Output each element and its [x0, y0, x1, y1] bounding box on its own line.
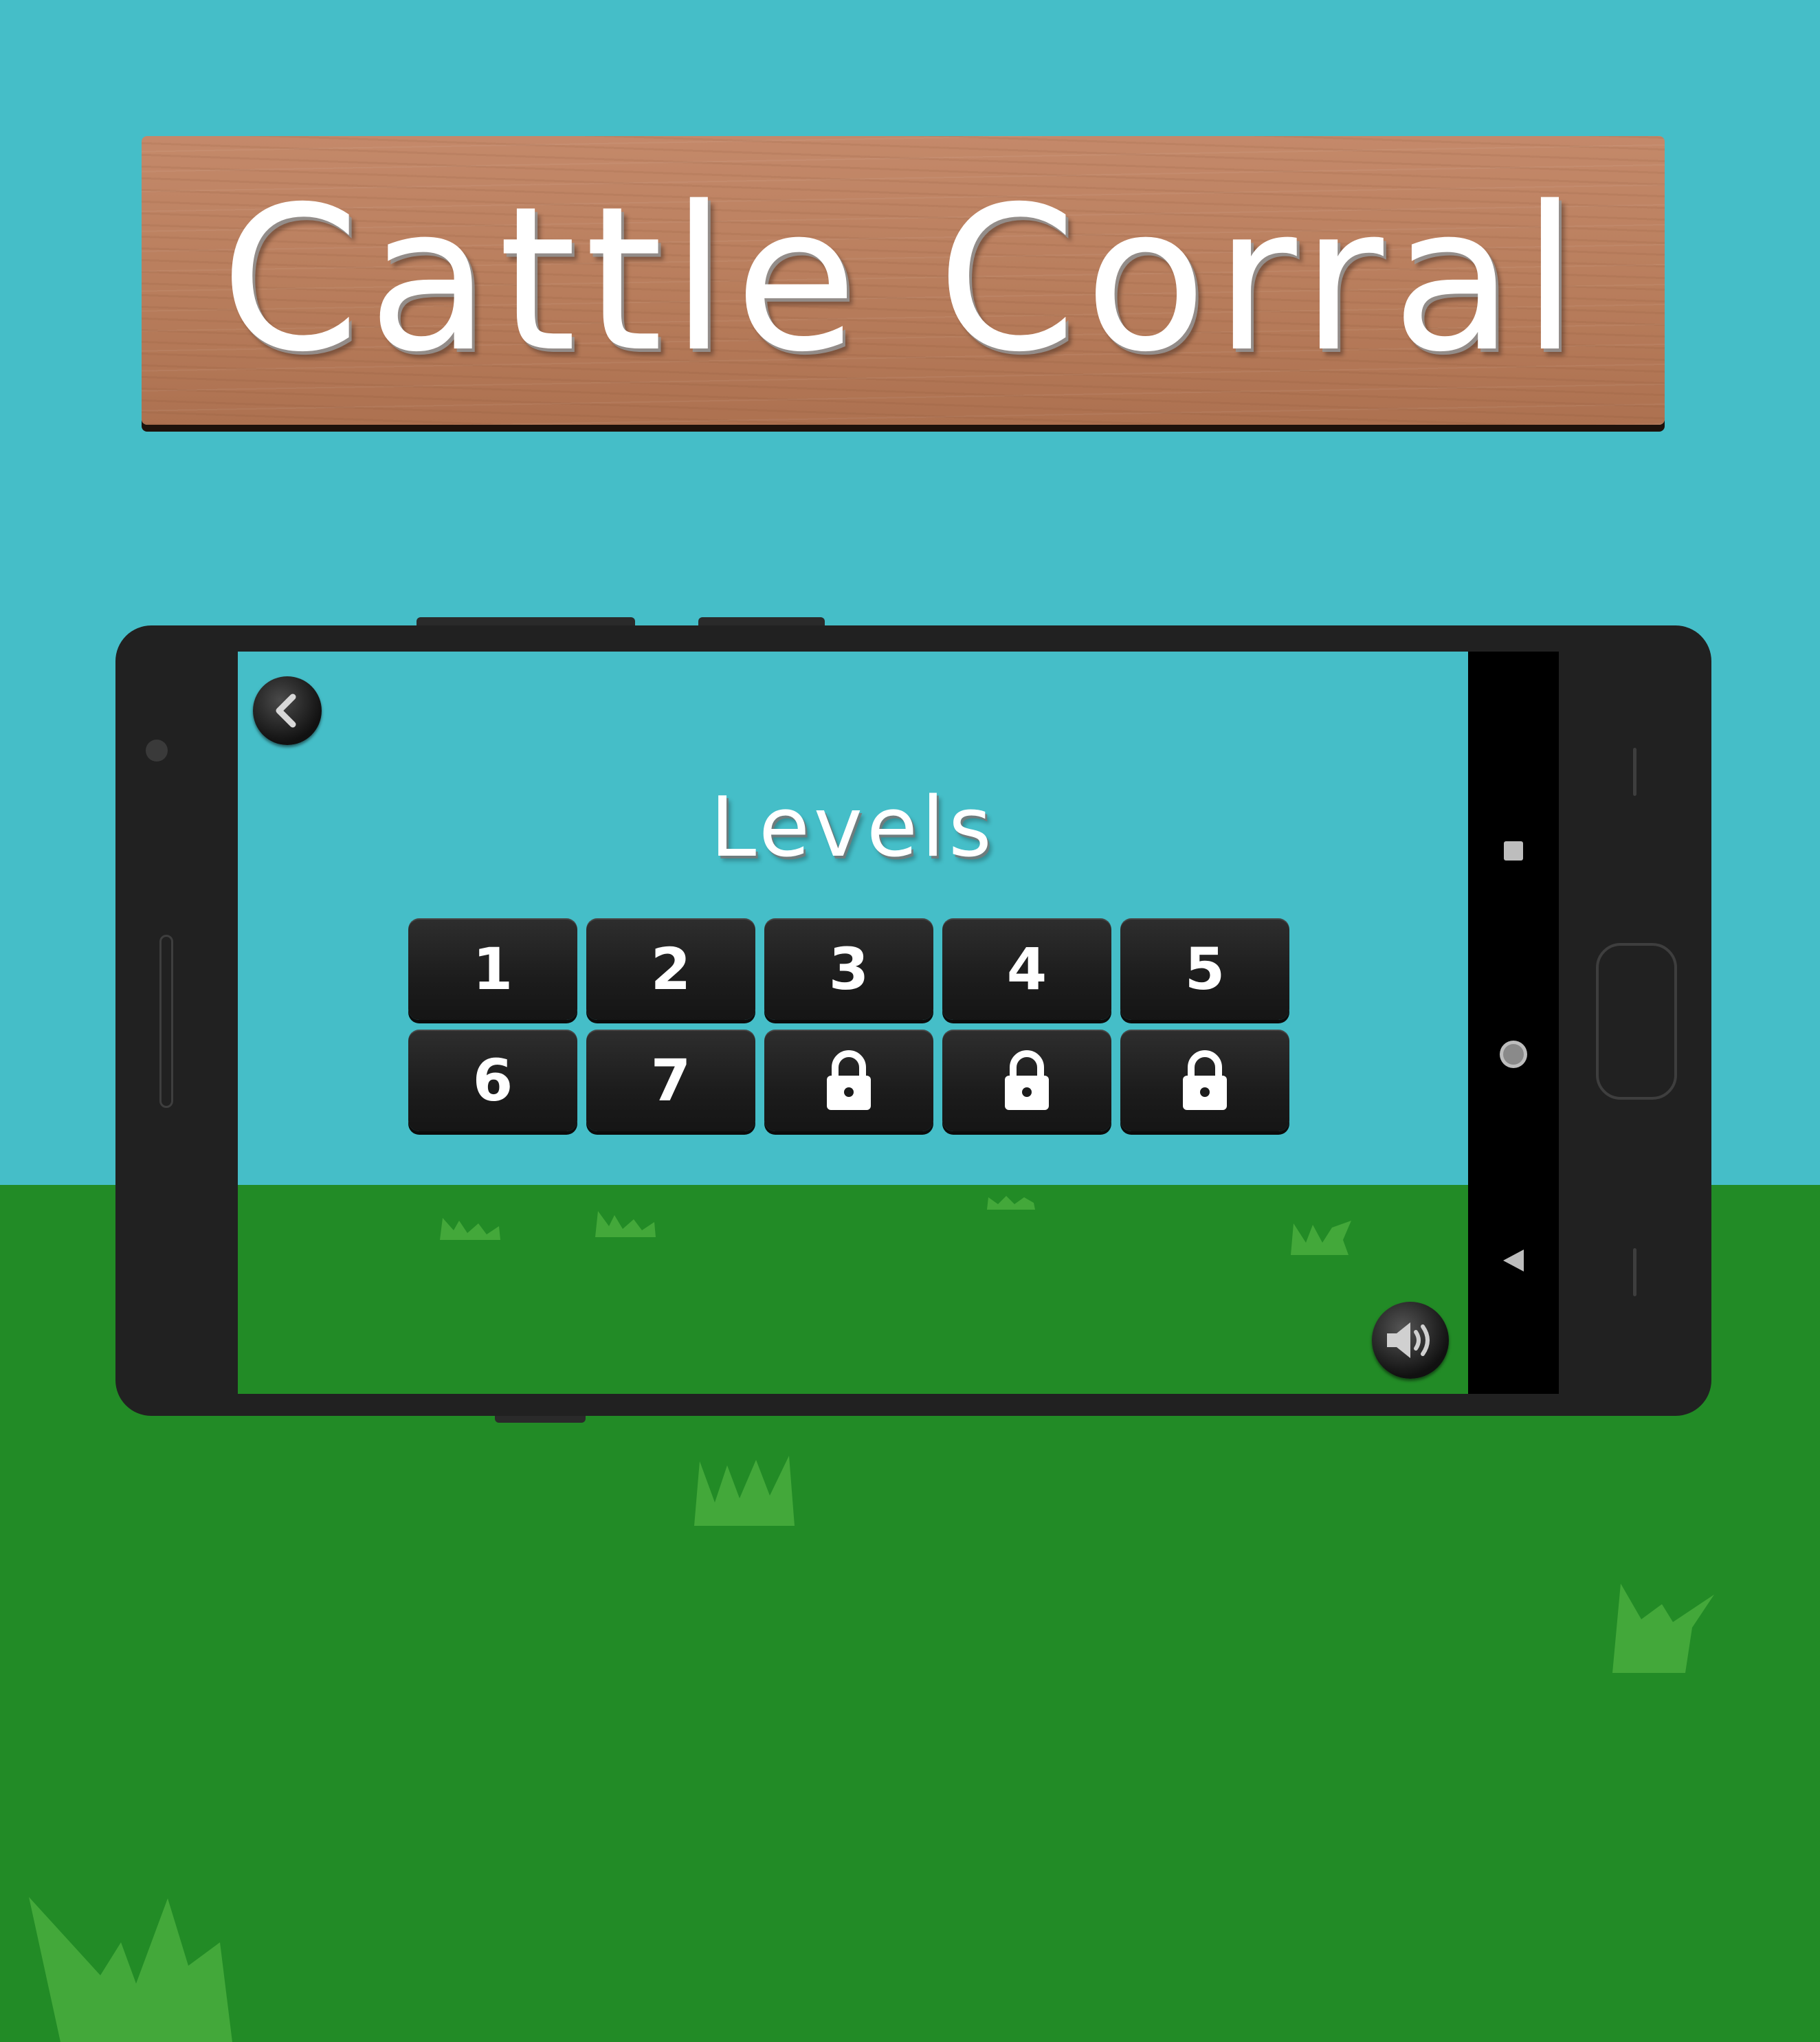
- level-button-1[interactable]: 1: [408, 918, 577, 1020]
- chevron-left-icon: [276, 693, 296, 728]
- sound-toggle-button[interactable]: [1372, 1302, 1449, 1379]
- grass-tuft: [440, 1218, 500, 1240]
- level-label: 4: [1006, 935, 1047, 1003]
- levels-title: Levels: [710, 780, 996, 876]
- grass-tuft: [595, 1211, 656, 1237]
- grass-tuft: [694, 1456, 795, 1526]
- level-button-locked-9[interactable]: [942, 1030, 1111, 1131]
- level-label: 3: [828, 935, 869, 1003]
- level-label: 6: [472, 1047, 513, 1114]
- level-label: 5: [1184, 935, 1225, 1003]
- level-label: 2: [650, 935, 691, 1003]
- square-icon: [1504, 841, 1523, 861]
- lock-icon: [1005, 1050, 1049, 1110]
- circle-icon: [1500, 1041, 1527, 1068]
- level-button-3[interactable]: 3: [764, 918, 933, 1020]
- level-button-5[interactable]: 5: [1120, 918, 1289, 1020]
- phone-edge-line: [1633, 1248, 1636, 1296]
- game-screen: [238, 652, 1468, 1394]
- screen-ground: [238, 1185, 1468, 1394]
- nav-back-button[interactable]: [1468, 1233, 1559, 1288]
- level-button-locked-10[interactable]: [1120, 1030, 1289, 1131]
- front-camera: [146, 740, 168, 762]
- lock-icon: [1183, 1050, 1227, 1110]
- speaker-icon: [1387, 1322, 1430, 1358]
- phone-home-button: [1596, 943, 1677, 1100]
- android-nav-bar: [1468, 652, 1559, 1394]
- back-button[interactable]: [253, 676, 322, 745]
- grass-tuft: [1291, 1221, 1351, 1255]
- nav-recents-button[interactable]: [1468, 823, 1559, 878]
- level-button-locked-8[interactable]: [764, 1030, 933, 1131]
- triangle-left-icon: [1503, 1250, 1524, 1272]
- phone-edge-line: [1633, 748, 1636, 796]
- level-button-4[interactable]: 4: [942, 918, 1111, 1020]
- grass-tuft: [987, 1196, 1035, 1210]
- nav-home-button[interactable]: [1468, 1027, 1559, 1082]
- grass-tuft: [29, 1897, 232, 2042]
- phone-speaker: [159, 935, 173, 1108]
- lock-icon: [827, 1050, 871, 1110]
- level-label: 7: [650, 1047, 691, 1114]
- level-button-6[interactable]: 6: [408, 1030, 577, 1131]
- level-button-7[interactable]: 7: [586, 1030, 755, 1131]
- grass-tuft: [1612, 1584, 1714, 1673]
- game-title: Cattle Corral: [220, 164, 1586, 396]
- title-sign: Cattle Corral: [142, 136, 1665, 425]
- level-button-2[interactable]: 2: [586, 918, 755, 1020]
- level-label: 1: [472, 935, 513, 1003]
